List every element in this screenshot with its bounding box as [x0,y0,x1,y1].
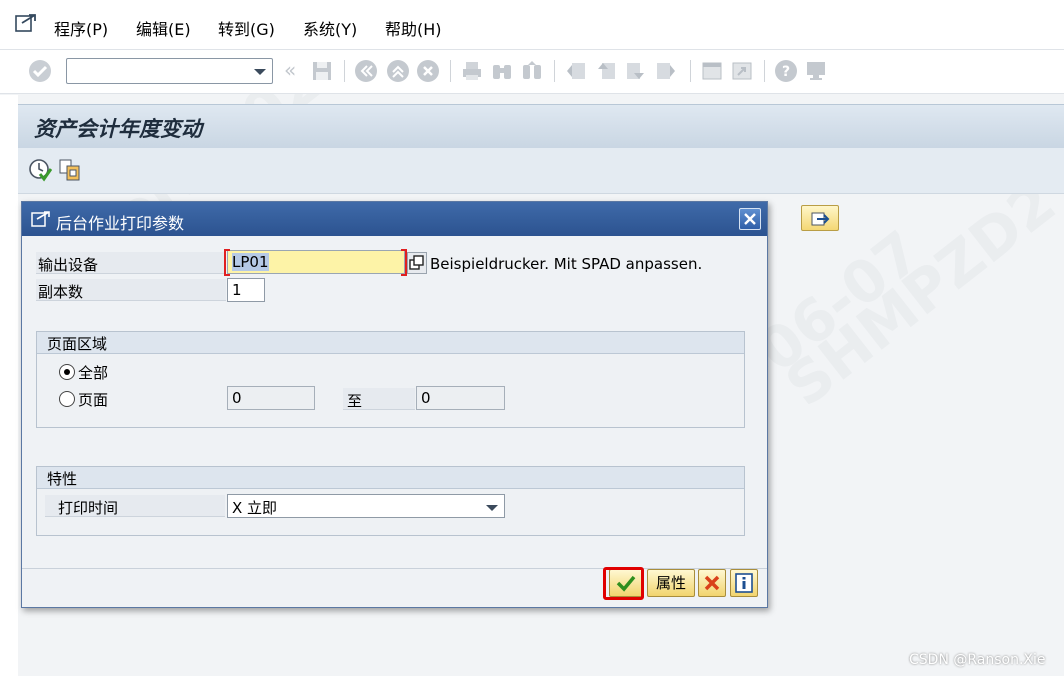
radio-page-range[interactable] [59,391,75,407]
find-next-icon[interactable] [520,59,544,83]
left-gutter [0,95,18,676]
toolbar-separator [344,60,345,82]
find-icon[interactable] [490,59,514,83]
enter-check-icon[interactable] [28,59,52,83]
properties-group: 特性 打印时间 X 立即 [36,466,745,536]
execute-background-icon[interactable] [28,158,52,182]
output-device-value: LP01 [232,253,269,271]
print-time-value: X 立即 [232,499,278,517]
menu-bar: 程序(P) 编辑(E) 转到(G) 系统(Y) 帮助(H) [0,0,1064,50]
svg-text:?: ? [782,64,790,80]
previous-page-icon[interactable] [594,59,618,83]
print-parameters-dialog: 后台作业打印参数 输出设备 LP01 Beispieldrucker. Mit … [21,201,768,608]
chevron-down-icon[interactable] [254,69,266,75]
output-device-description: Beispieldrucker. Mit SPAD anpassen. [430,255,703,273]
toolbar-separator [690,60,691,82]
new-session-icon[interactable] [700,59,724,83]
close-icon [744,213,756,225]
radio-all-pages[interactable] [59,364,75,380]
cancel-x-icon [704,575,720,591]
chevron-down-icon[interactable] [486,505,498,511]
cancel-icon[interactable] [416,59,440,83]
page-range-label: 页面 [78,391,109,409]
dialog-close-button[interactable] [739,208,761,230]
last-page-icon[interactable] [654,59,678,83]
page-from-value: 0 [232,389,242,407]
shortcut-icon[interactable] [730,59,754,83]
dialog-window-icon [31,211,50,227]
toolbar-separator [450,60,451,82]
properties-header: 特性 [37,467,744,489]
standard-toolbar: « ? [0,50,1064,94]
all-pages-label: 全部 [78,364,109,382]
exit-up-icon[interactable] [386,59,410,83]
required-marker-left [224,249,230,276]
toolbar-separator [764,60,765,82]
confirm-highlight-box [603,567,644,600]
menu-goto[interactable]: 转到(G) [218,16,275,40]
dialog-title: 后台作业打印参数 [56,214,185,233]
double-chevron-left-icon[interactable]: « [284,58,308,82]
output-device-input[interactable]: LP01 [227,250,405,274]
next-page-icon[interactable] [624,59,648,83]
exit-icon[interactable] [14,12,38,34]
copies-value: 1 [232,281,242,299]
menu-help[interactable]: 帮助(H) [385,16,442,40]
title-bar: 资产会计年度变动 [18,104,1064,148]
value-help-icon [409,255,424,270]
attributes-button[interactable]: 属性 [647,569,695,597]
export-button[interactable] [801,205,839,231]
info-button[interactable] [730,569,758,597]
menu-edit[interactable]: 编辑(E) [136,16,191,40]
page-to-label: 至 [347,392,363,410]
menu-system[interactable]: 系统(Y) [303,16,357,40]
cancel-button[interactable] [698,569,726,597]
get-variant-icon[interactable] [58,158,82,182]
page-title: 资产会计年度变动 [34,116,202,141]
export-icon [811,212,830,226]
csdn-credit: CSDN @Ranson.Xie [909,652,1046,668]
toolbar-separator [554,60,555,82]
save-icon[interactable] [310,59,334,83]
value-help-button[interactable] [407,252,427,274]
help-icon[interactable]: ? [774,59,798,83]
page-from-input[interactable]: 0 [227,386,315,410]
copies-label: 副本数 [38,283,84,301]
dialog-title-bar: 后台作业打印参数 [22,202,767,236]
command-field[interactable] [66,58,273,84]
output-device-label: 输出设备 [38,256,99,274]
back-icon[interactable] [354,59,378,83]
page-to-input[interactable]: 0 [416,386,505,410]
info-icon [735,573,753,593]
print-time-label: 打印时间 [58,499,119,517]
application-toolbar [18,148,1064,194]
copies-input[interactable]: 1 [227,278,265,302]
print-icon[interactable] [460,59,484,83]
menu-program[interactable]: 程序(P) [54,16,108,40]
layout-menu-icon[interactable] [804,59,828,83]
page-area-header: 页面区域 [37,332,744,354]
page-area-group: 页面区域 全部 页面 0 至 0 [36,331,745,428]
print-time-select[interactable]: X 立即 [227,494,505,518]
page-to-value: 0 [421,389,431,407]
first-page-icon[interactable] [564,59,588,83]
